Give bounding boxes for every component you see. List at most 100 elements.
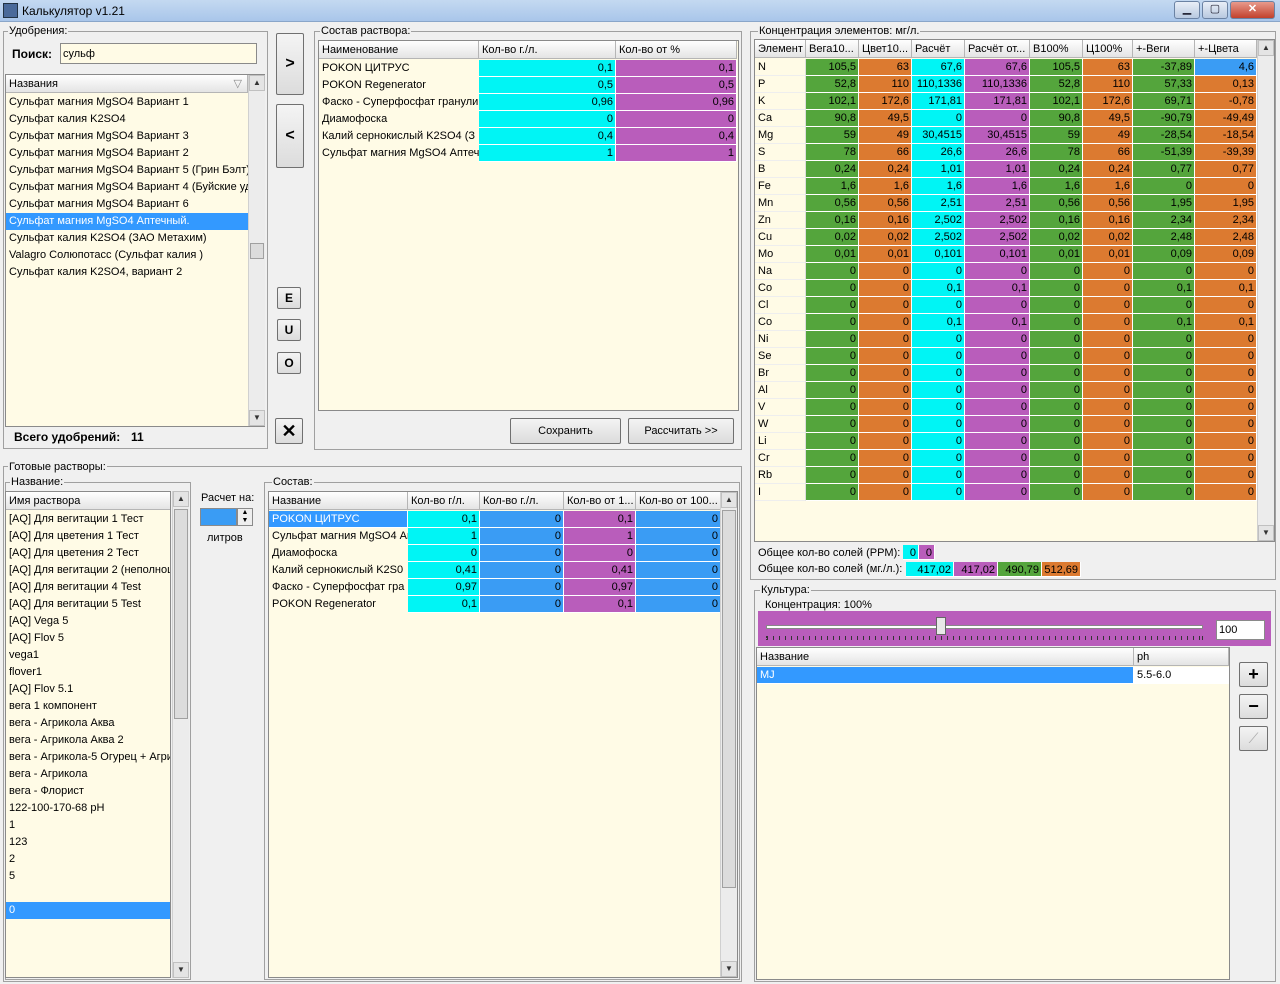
- concentration-cell[interactable]: 49,5: [859, 110, 912, 127]
- concentration-cell[interactable]: 0: [1133, 467, 1195, 484]
- concentration-cell[interactable]: 0,02: [806, 229, 859, 246]
- fertilizer-list-item[interactable]: Сульфат магния MgSO4 Вариант 6: [6, 196, 248, 213]
- concentration-cell[interactable]: 0: [859, 314, 912, 331]
- concentration-cell[interactable]: 0: [1133, 348, 1195, 365]
- add-culture-button[interactable]: +: [1239, 662, 1268, 687]
- concentration-cell[interactable]: Rb: [755, 467, 806, 484]
- composition-header[interactable]: Кол-во от %: [616, 41, 737, 59]
- concentration-cell[interactable]: 0: [1195, 178, 1257, 195]
- fertilizer-list-header[interactable]: Названия ▽: [6, 75, 248, 93]
- composition-cell[interactable]: Калий сернокислый K2SO4 (З: [319, 128, 479, 145]
- concentration-cell[interactable]: 0,09: [1133, 246, 1195, 263]
- concentration-cell[interactable]: 49: [859, 127, 912, 144]
- concentration-cell[interactable]: 2,48: [1133, 229, 1195, 246]
- concentration-cell[interactable]: 0: [965, 331, 1030, 348]
- concentration-cell[interactable]: 0: [806, 263, 859, 280]
- composition-cell[interactable]: 0,1: [616, 60, 737, 77]
- concentration-cell[interactable]: Cu: [755, 229, 806, 246]
- concentration-cell[interactable]: Na: [755, 263, 806, 280]
- concentration-cell[interactable]: 2,34: [1133, 212, 1195, 229]
- concentration-cell[interactable]: -51,39: [1133, 144, 1195, 161]
- concentration-cell[interactable]: 0: [1083, 450, 1133, 467]
- concentration-cell[interactable]: 57,33: [1133, 76, 1195, 93]
- concentration-cell[interactable]: 0,77: [1133, 161, 1195, 178]
- composition-cell[interactable]: 0,96: [616, 94, 737, 111]
- concentration-cell[interactable]: 0: [912, 365, 965, 382]
- minimize-button[interactable]: ▁: [1174, 1, 1200, 19]
- concentration-cell[interactable]: 0,1: [1133, 314, 1195, 331]
- concentration-cell[interactable]: Br: [755, 365, 806, 382]
- ready-solution-item[interactable]: [AQ] Для вегитации 5 Test: [6, 596, 170, 613]
- concentration-cell[interactable]: 63: [859, 59, 912, 76]
- concentration-cell[interactable]: 0: [1083, 416, 1133, 433]
- fertilizer-list-scrollbar[interactable]: ▲ ▼: [248, 75, 265, 426]
- concentration-cell[interactable]: -28,54: [1133, 127, 1195, 144]
- concentration-cell[interactable]: 0,16: [806, 212, 859, 229]
- concentration-cell[interactable]: Mg: [755, 127, 806, 144]
- concentration-cell[interactable]: 0,56: [1083, 195, 1133, 212]
- concentration-cell[interactable]: Mo: [755, 246, 806, 263]
- concentration-cell[interactable]: 0: [859, 263, 912, 280]
- composition-cell[interactable]: 0: [616, 111, 737, 128]
- concentration-cell[interactable]: 52,8: [806, 76, 859, 93]
- composition-cell[interactable]: 0: [479, 111, 616, 128]
- concentration-cell[interactable]: 0: [1083, 365, 1133, 382]
- concentration-cell[interactable]: 0: [965, 467, 1030, 484]
- concentration-value-input[interactable]: [1216, 620, 1265, 640]
- concentration-cell[interactable]: 0: [965, 399, 1030, 416]
- concentration-cell[interactable]: -39,39: [1195, 144, 1257, 161]
- concentration-cell[interactable]: 0,24: [859, 161, 912, 178]
- ready-solution-item[interactable]: flover1: [6, 664, 170, 681]
- maximize-button[interactable]: ▢: [1202, 1, 1228, 19]
- concentration-cell[interactable]: 0: [806, 399, 859, 416]
- concentration-slider-track[interactable]: [766, 625, 1203, 629]
- sostav-cell[interactable]: 0: [480, 579, 564, 596]
- concentration-cell[interactable]: 0: [859, 382, 912, 399]
- concentration-cell[interactable]: 0,1: [1133, 280, 1195, 297]
- concentration-cell[interactable]: 0: [912, 263, 965, 280]
- ready-solution-item[interactable]: [AQ] Для вегитации 1 Тест: [6, 511, 170, 528]
- concentration-cell[interactable]: 0: [806, 297, 859, 314]
- concentration-cell[interactable]: 0: [965, 484, 1030, 501]
- concentration-cell[interactable]: -0,78: [1195, 93, 1257, 110]
- concentration-cell[interactable]: 0: [1083, 484, 1133, 501]
- concentration-cell[interactable]: Ni: [755, 331, 806, 348]
- concentration-cell[interactable]: 0: [1030, 467, 1083, 484]
- concentration-cell[interactable]: 102,1: [806, 93, 859, 110]
- concentration-cell[interactable]: 90,8: [1030, 110, 1083, 127]
- concentration-cell[interactable]: -18,54: [1195, 127, 1257, 144]
- concentration-cell[interactable]: S: [755, 144, 806, 161]
- concentration-cell[interactable]: 0: [806, 280, 859, 297]
- concentration-cell[interactable]: 1,95: [1133, 195, 1195, 212]
- concentration-cell[interactable]: 0: [1195, 382, 1257, 399]
- ready-solution-item[interactable]: [AQ] Flov 5.1: [6, 681, 170, 698]
- concentration-cell[interactable]: 0: [806, 450, 859, 467]
- concentration-cell[interactable]: 0: [1030, 263, 1083, 280]
- concentration-cell[interactable]: 0: [806, 416, 859, 433]
- composition-cell[interactable]: 0,5: [479, 77, 616, 94]
- ready-solution-item[interactable]: [AQ] Vega 5: [6, 613, 170, 630]
- concentration-header[interactable]: Расчёт: [912, 40, 965, 58]
- concentration-cell[interactable]: 0: [1133, 382, 1195, 399]
- concentration-cell[interactable]: -49,49: [1195, 110, 1257, 127]
- concentration-cell[interactable]: 2,51: [912, 195, 965, 212]
- concentration-cell[interactable]: 0,24: [1030, 161, 1083, 178]
- concentration-cell[interactable]: 0: [806, 314, 859, 331]
- concentration-cell[interactable]: 0,77: [1195, 161, 1257, 178]
- concentration-cell[interactable]: 0: [1030, 450, 1083, 467]
- concentration-cell[interactable]: 0,1: [965, 280, 1030, 297]
- concentration-cell[interactable]: 1,01: [912, 161, 965, 178]
- concentration-cell[interactable]: 0: [1030, 297, 1083, 314]
- calculate-button[interactable]: Рассчитать >>: [628, 418, 734, 444]
- sostav-cell[interactable]: 0: [636, 545, 721, 562]
- concentration-cell[interactable]: 0: [859, 280, 912, 297]
- concentration-cell[interactable]: 0: [859, 467, 912, 484]
- sostav-cell[interactable]: 0: [636, 579, 721, 596]
- concentration-slider-thumb[interactable]: [935, 617, 946, 635]
- culture-header[interactable]: ph: [1134, 648, 1229, 666]
- concentration-cell[interactable]: 0: [1133, 484, 1195, 501]
- ready-solution-item[interactable]: 0: [6, 902, 170, 919]
- ready-solution-item[interactable]: 122-100-170-68 pH: [6, 800, 170, 817]
- concentration-cell[interactable]: 30,4515: [912, 127, 965, 144]
- calc-volume-spinner[interactable]: ▲ ▼: [237, 508, 253, 526]
